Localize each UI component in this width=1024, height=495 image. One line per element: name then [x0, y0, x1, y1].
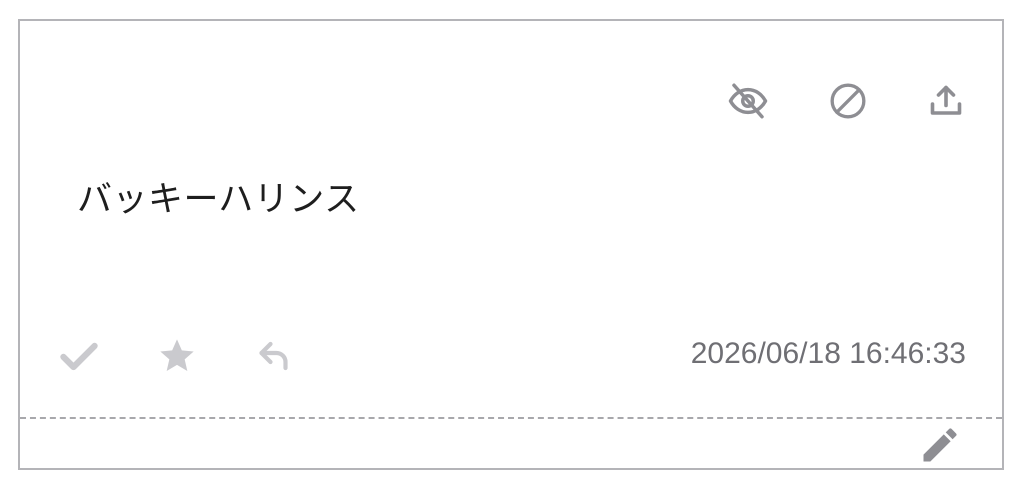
- message-timestamp: 2026/06/18 16:46:33: [690, 337, 966, 370]
- reply-icon: [259, 341, 288, 371]
- message-card: バッキーハリンス 2026/06/18 16:46:33: [18, 19, 1004, 470]
- edit-button[interactable]: [918, 423, 962, 467]
- block-icon: [830, 83, 866, 119]
- message-text: バッキーハリンス: [77, 180, 360, 219]
- favorite-button[interactable]: [155, 334, 199, 378]
- block-button[interactable]: [826, 79, 870, 123]
- reply-button[interactable]: [253, 334, 297, 378]
- check-button[interactable]: [57, 334, 101, 378]
- eye-off-icon: [728, 83, 768, 119]
- share-button[interactable]: [924, 79, 968, 123]
- upload-icon: [930, 85, 962, 115]
- check-icon: [60, 342, 98, 371]
- hide-button[interactable]: [726, 79, 770, 123]
- star-icon: [160, 339, 194, 371]
- card-footer: [20, 419, 1002, 472]
- pencil-icon: [923, 428, 957, 462]
- top-action-bar: [20, 79, 1002, 123]
